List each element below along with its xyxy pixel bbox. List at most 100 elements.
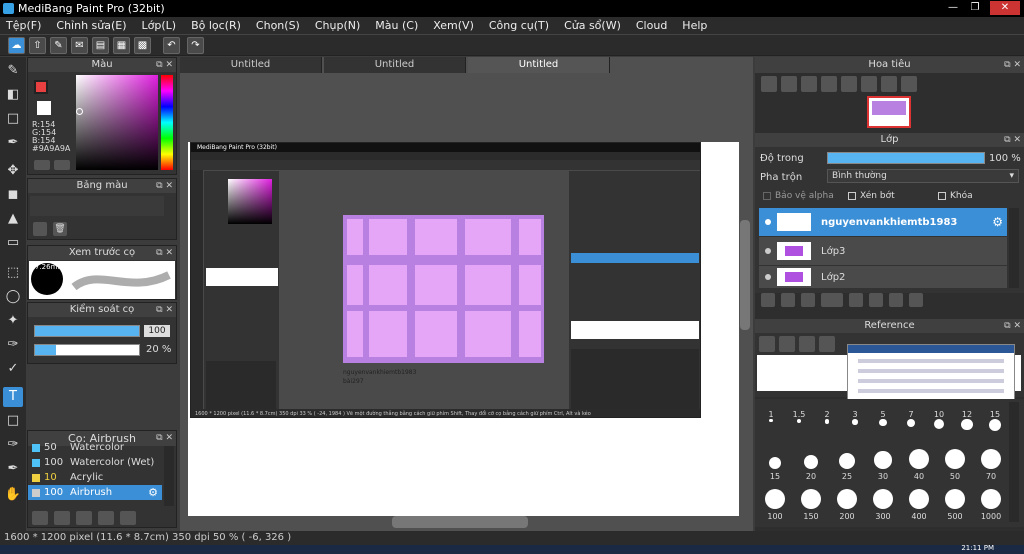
brush-size-cell[interactable]: 300 [865, 487, 901, 521]
list-item[interactable]: 10 Acrylic [28, 470, 162, 485]
hand-tool-icon[interactable]: ✋ [3, 485, 23, 505]
new-layer-icon[interactable] [761, 293, 775, 307]
brush-size-cell[interactable]: 10 [925, 407, 953, 430]
new-image-layer-icon[interactable] [801, 293, 815, 307]
add-brush-button[interactable] [32, 511, 48, 525]
brush-size-cell[interactable]: 5 [869, 407, 897, 427]
protect-alpha-option[interactable]: Bảo vệ alpha [763, 191, 834, 201]
tab-untitled-3[interactable]: Untitled [468, 57, 610, 73]
lasso-tool-icon[interactable]: ◯ [3, 287, 23, 307]
horizontal-scrollbar[interactable] [392, 516, 528, 528]
color-mode-button[interactable] [34, 160, 50, 170]
text-tool-icon[interactable]: T [3, 387, 23, 407]
clipping-option[interactable]: Xén bớt [848, 191, 895, 201]
select-eraser-icon[interactable]: ✓ [3, 359, 23, 379]
eye-icon[interactable] [765, 274, 771, 280]
brush-size-cell[interactable]: 400 [901, 487, 937, 521]
merge-down-icon[interactable] [889, 293, 903, 307]
layer-opacity-slider[interactable] [827, 152, 985, 164]
share-icon[interactable]: ⇧ [29, 37, 46, 54]
pen-tool-icon[interactable]: ✒ [3, 133, 23, 153]
rotate-left-icon[interactable] [841, 76, 857, 92]
new-color-layer-icon[interactable] [781, 293, 795, 307]
scrollbar[interactable] [164, 446, 174, 506]
list-item[interactable]: 100 Watercolor (Wet) [28, 455, 162, 470]
panel-close-icon[interactable]: ⧉ ✕ [156, 246, 173, 260]
menu-layer[interactable]: Lớp(L) [142, 19, 177, 32]
undo-icon[interactable]: ↶ [163, 37, 180, 54]
brush-size-cell[interactable]: 20 [793, 447, 829, 481]
menu-select[interactable]: Chọn(S) [256, 19, 300, 32]
select-tool-icon[interactable]: ⬚ [3, 263, 23, 283]
brush-size-cell[interactable]: 1000 [973, 487, 1009, 521]
menu-cloud[interactable]: Cloud [636, 19, 667, 32]
brush-size-cell[interactable]: 3 [841, 407, 869, 425]
redo-icon[interactable]: ↷ [187, 37, 204, 54]
menu-edit[interactable]: Chỉnh sửa(E) [56, 19, 126, 32]
panel-close-icon[interactable]: ⧉ ✕ [156, 58, 173, 72]
foreground-color-swatch[interactable] [34, 80, 48, 94]
zoom-fit-icon[interactable] [781, 76, 797, 92]
actual-size-icon[interactable] [821, 76, 837, 92]
layer-menu-icon[interactable] [821, 293, 843, 307]
brush-menu-button[interactable] [54, 511, 70, 525]
brush-size-cell[interactable]: 150 [793, 487, 829, 521]
brush-size-cell[interactable]: 50 [937, 447, 973, 481]
brush-size-cell[interactable]: 15 [757, 447, 793, 481]
brush-size-cell[interactable]: 200 [829, 487, 865, 521]
brush-size-cell[interactable]: 7 [897, 407, 925, 428]
checkbox[interactable] [938, 192, 946, 200]
eyedropper-icon[interactable]: ✑ [3, 435, 23, 455]
close-icon[interactable]: ✕ [990, 1, 1020, 15]
select-pen-icon[interactable]: ✑ [3, 335, 23, 355]
tab-untitled-1[interactable]: Untitled [180, 57, 322, 73]
panel-icon[interactable]: ▩ [134, 37, 151, 54]
lock-option[interactable]: Khóa [938, 191, 973, 201]
layer-scrollbar[interactable] [1009, 208, 1019, 288]
brush-size-cell[interactable]: 2 [813, 407, 841, 424]
background-color-swatch[interactable] [37, 101, 51, 115]
checkbox[interactable] [848, 192, 856, 200]
tab-untitled-2[interactable]: Untitled [324, 57, 466, 73]
menu-filter[interactable]: Bộ lọc(R) [191, 19, 241, 32]
gear-icon[interactable]: ⚙ [148, 486, 158, 499]
brush-size-cell[interactable]: 12 [953, 407, 981, 431]
menu-window[interactable]: Cửa sổ(W) [564, 19, 621, 32]
brush-size-cell[interactable]: 1 [757, 407, 785, 423]
bucket-tool-icon[interactable]: ▲ [3, 209, 23, 229]
operation-tool-icon[interactable]: □ [3, 411, 23, 431]
color-picker-square[interactable] [76, 75, 158, 170]
layer-row-selected[interactable]: nguyenvankhiemtb1983 ⚙ [759, 208, 1007, 236]
zoom-in-icon[interactable] [761, 76, 777, 92]
brush-size-cell[interactable]: 25 [829, 447, 865, 481]
list-item-selected[interactable]: 100 Airbrush ⚙ [28, 485, 162, 500]
vertical-scrollbar[interactable] [740, 220, 750, 330]
chat-icon[interactable]: ✉ [71, 37, 88, 54]
brush-options-button[interactable] [76, 511, 92, 525]
panel-close-icon[interactable]: ⧉ ✕ [156, 179, 173, 193]
dot-tool-icon[interactable]: □ [3, 109, 23, 129]
gradient-tool-icon[interactable]: ▭ [3, 233, 23, 253]
brush-size-cell[interactable]: 15 [981, 407, 1009, 432]
document-icon[interactable]: ▤ [92, 37, 109, 54]
brush-size-cell[interactable]: 40 [901, 447, 937, 481]
trash-icon[interactable]: 🗑 [53, 222, 67, 236]
brush-size-field[interactable]: 100 [144, 325, 170, 337]
comment-icon[interactable]: ✎ [50, 37, 67, 54]
menu-tools[interactable]: Công cụ(T) [489, 19, 549, 32]
move-tool-icon[interactable]: ✥ [3, 161, 23, 181]
menu-view[interactable]: Xem(V) [433, 19, 474, 32]
cloud-icon[interactable] [759, 336, 775, 352]
brush-size-cell[interactable]: 500 [937, 487, 973, 521]
rotate-right-icon[interactable] [881, 76, 897, 92]
eye-icon[interactable] [765, 248, 771, 254]
brush-size-cell[interactable]: 70 [973, 447, 1009, 481]
brush-size-cell[interactable]: 100 [757, 487, 793, 521]
navigator-thumbnail[interactable] [867, 96, 911, 128]
folder-icon[interactable] [779, 336, 795, 352]
layer-row[interactable]: Lớp2 [759, 266, 1007, 288]
brush-size-cell[interactable]: 1.5 [785, 407, 813, 423]
panel-close-icon[interactable]: ⧉ ✕ [1004, 319, 1021, 333]
gear-icon[interactable]: ⚙ [992, 215, 1003, 229]
menu-file[interactable]: Tệp(F) [6, 19, 41, 32]
